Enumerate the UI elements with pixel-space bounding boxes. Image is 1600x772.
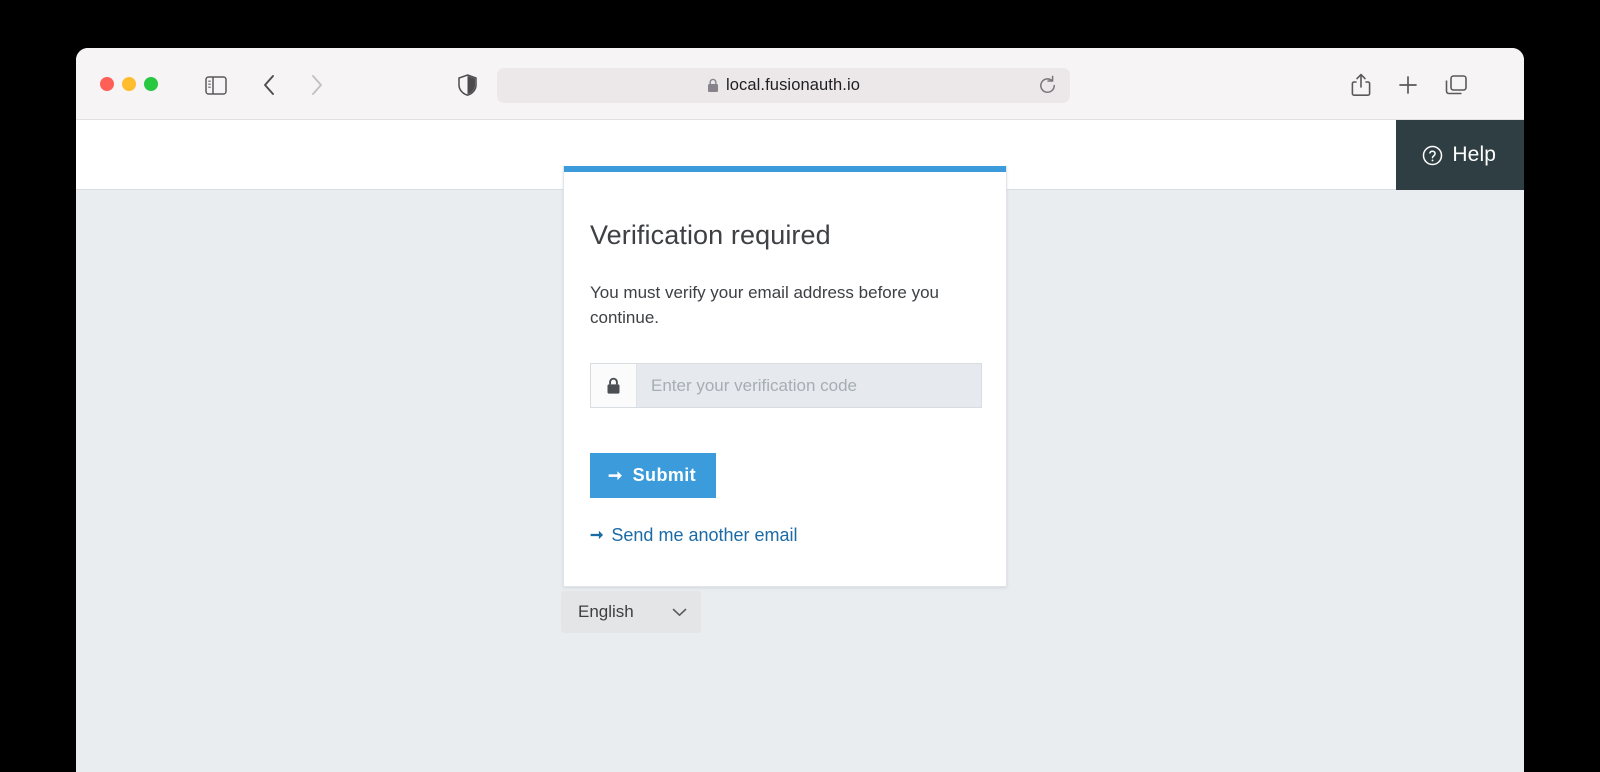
question-circle-icon — [1423, 145, 1443, 165]
lock-icon — [591, 364, 637, 408]
chevron-left-icon[interactable] — [254, 70, 284, 100]
tab-overview-icon[interactable] — [1441, 70, 1471, 100]
verification-code-input[interactable] — [637, 364, 981, 408]
address-bar-url: local.fusionauth.io — [726, 76, 860, 94]
minimize-window-button[interactable] — [122, 77, 136, 91]
submit-button[interactable]: ➞ Submit — [590, 453, 717, 499]
arrow-right-icon: ➞ — [608, 466, 623, 486]
verification-code-field-group — [590, 363, 982, 409]
language-select-value: English — [578, 602, 634, 621]
page-viewport: Help Verification required You must veri… — [76, 120, 1524, 772]
chevron-down-icon — [672, 608, 687, 617]
help-button[interactable]: Help — [1396, 120, 1524, 190]
plus-icon[interactable] — [1393, 70, 1423, 100]
arrow-right-icon: ➞ — [590, 526, 604, 544]
shield-icon[interactable] — [452, 70, 482, 100]
screen: local.fusionauth.io Help Verification re… — [0, 0, 1600, 772]
lock-icon — [708, 78, 718, 92]
browser-toolbar: local.fusionauth.io — [76, 48, 1524, 120]
address-bar-content: local.fusionauth.io — [707, 76, 860, 95]
chevron-right-icon[interactable] — [302, 70, 332, 100]
submit-button-label: Submit — [632, 465, 697, 486]
language-select[interactable]: English — [561, 591, 701, 633]
sidebar-icon[interactable] — [201, 70, 231, 100]
send-another-email-label: Send me another email — [611, 525, 798, 546]
help-button-label: Help — [1452, 143, 1496, 166]
reload-icon[interactable] — [1037, 75, 1058, 96]
browser-window: local.fusionauth.io Help Verification re… — [76, 48, 1524, 772]
page-title: Verification required — [590, 220, 831, 250]
card-description: You must verify your email address befor… — [590, 283, 939, 327]
card-body: Verification required You must verify yo… — [564, 172, 1006, 586]
zoom-window-button[interactable] — [144, 77, 158, 91]
window-controls — [100, 77, 158, 91]
share-icon[interactable] — [1346, 70, 1376, 100]
send-another-email-link[interactable]: ➞ Send me another email — [590, 525, 798, 546]
verification-card: Verification required You must verify yo… — [563, 166, 1007, 588]
close-window-button[interactable] — [100, 77, 114, 91]
address-bar[interactable]: local.fusionauth.io — [497, 68, 1070, 103]
